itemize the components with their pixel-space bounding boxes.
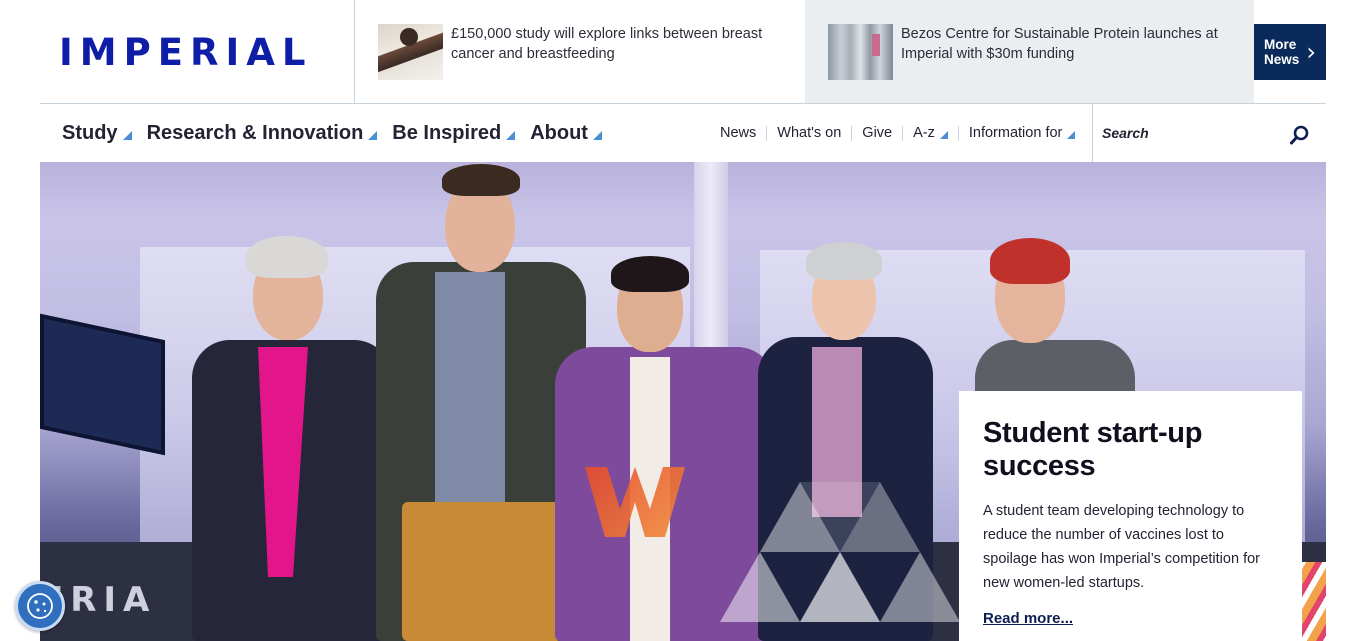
news-item-1[interactable]: £150,000 study will explore links betwee… xyxy=(355,0,805,103)
decorative-triangles xyxy=(720,482,960,622)
hero-banner: ERIA Student start-up success A student … xyxy=(40,162,1326,641)
imperial-logo[interactable]: IMPERIAL xyxy=(59,34,312,71)
nav-link-label: Give xyxy=(862,124,893,141)
nav-item-label: Be Inspired xyxy=(392,121,502,144)
nav-item-about[interactable]: About xyxy=(530,122,602,145)
nav-item-label: Research & Innovation xyxy=(146,121,364,144)
caret-icon xyxy=(939,131,948,139)
nav-item-research-innovation[interactable]: Research & Innovation xyxy=(147,122,378,145)
secondary-nav: News What's on Give A-z Information for xyxy=(710,104,1085,162)
feature-description: A student team developing technology to … xyxy=(983,503,1260,591)
more-news-button[interactable]: More News › xyxy=(1254,24,1326,80)
nav-link-label: A-z xyxy=(913,124,935,141)
nav-item-label: Study xyxy=(62,121,118,144)
search-box xyxy=(1092,104,1326,162)
main-navigation: Study Research & Innovation Be Inspired … xyxy=(40,104,1326,162)
nav-link-label: Information for xyxy=(968,124,1063,141)
feature-title: Student start-up success xyxy=(983,417,1203,482)
nav-item-study[interactable]: Study xyxy=(62,122,132,145)
nav-link-give[interactable]: Give xyxy=(852,124,904,141)
more-news-label-line1: More xyxy=(1264,37,1297,52)
nav-link-a-z[interactable]: A-z xyxy=(903,124,959,141)
news-item-2[interactable]: Bezos Centre for Sustainable Protein lau… xyxy=(805,0,1254,103)
nav-link-label: What's on xyxy=(777,124,842,141)
news-thumbnail[interactable] xyxy=(828,24,893,80)
primary-nav: Study Research & Innovation Be Inspired … xyxy=(62,104,617,162)
search-icon xyxy=(1290,125,1309,145)
caret-icon xyxy=(506,130,516,140)
cookie-icon xyxy=(27,593,53,619)
cookie-settings-button[interactable] xyxy=(15,581,65,631)
site-header: IMPERIAL £150,000 study will explore lin… xyxy=(40,0,1326,104)
nav-item-label: About xyxy=(530,121,588,144)
search-input[interactable] xyxy=(1102,122,1272,144)
nav-link-news[interactable]: News xyxy=(710,124,768,141)
caret-icon xyxy=(368,130,378,140)
read-more-link[interactable]: Read more... xyxy=(983,610,1073,627)
nav-item-be-inspired[interactable]: Be Inspired xyxy=(392,121,516,145)
nav-link-whats-on[interactable]: What's on xyxy=(767,124,853,141)
nav-link-information-for[interactable]: Information for xyxy=(959,124,1086,141)
more-news-label-line2: News xyxy=(1264,52,1300,67)
search-button[interactable] xyxy=(1289,124,1311,146)
caret-icon xyxy=(592,130,602,140)
chevron-right-icon: › xyxy=(1306,38,1316,66)
nav-link-label: News xyxy=(720,124,757,141)
news-headline[interactable]: Bezos Centre for Sustainable Protein lau… xyxy=(901,24,1254,64)
caret-icon xyxy=(1067,131,1076,139)
news-headline[interactable]: £150,000 study will explore links betwee… xyxy=(451,24,805,64)
caret-icon xyxy=(122,130,132,140)
news-thumbnail[interactable] xyxy=(378,24,443,80)
feature-card: Student start-up success A student team … xyxy=(959,391,1302,641)
